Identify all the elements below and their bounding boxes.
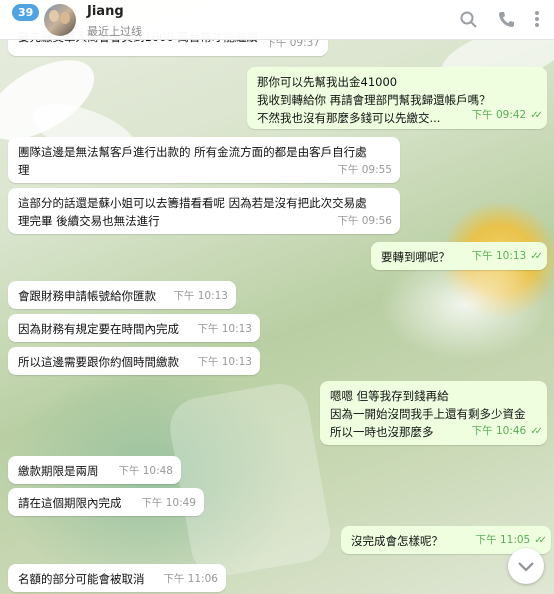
- message-time: 下午 11:06: [163, 573, 218, 585]
- read-receipt-icon: ✓✓: [530, 426, 543, 437]
- message-time: 下午 09:42: [471, 109, 527, 121]
- read-receipt-icon: ✓✓: [530, 110, 543, 121]
- message-bubble-outgoing[interactable]: 嗯嗯 但等我存到錢再給 因為一開始沒問我手上還有剩多少資金 所以一時也沒那麼多 …: [320, 381, 547, 445]
- message-text: 這部分的話還是蘇小姐可以去籌措看看呢 因為若是沒有把此次交易處 理完畢 後續交易…: [18, 196, 367, 228]
- message-bubble-incoming[interactable]: 因為財務有規定要在時間內完成 下午 10:13: [8, 314, 260, 342]
- read-receipt-icon: ✓✓: [530, 251, 543, 262]
- message-bubble-incoming[interactable]: 團隊這邊是無法幫客戶進行出款的 所有金流方面的都是由客戶自行處 理 下午 09:…: [8, 137, 400, 183]
- contact-status: 最近上过线: [87, 25, 142, 38]
- message-time: 下午 10:49: [141, 497, 196, 509]
- message-time: 下午 11:05: [475, 534, 531, 546]
- contact-name[interactable]: Jiang: [87, 4, 124, 19]
- more-options-icon[interactable]: [534, 10, 540, 32]
- message-bubble-outgoing[interactable]: 要轉到哪呢？ 下午 10:13 ✓✓: [371, 242, 547, 270]
- message-time: 下午 10:13: [197, 356, 252, 368]
- message-time: 下午 10:13: [471, 250, 527, 262]
- avatar[interactable]: [44, 4, 76, 36]
- message-time: 下午 10:13: [173, 290, 228, 302]
- message-bubble-incoming[interactable]: 繳款期限是兩周 下午 10:48: [8, 456, 181, 484]
- chevron-down-icon: [518, 556, 534, 577]
- message-bubble-incoming[interactable]: 所以這邊需要跟你約個時間繳款 下午 10:13: [8, 347, 260, 375]
- message-time: 下午 10:13: [197, 323, 252, 335]
- message-time: 下午 09:55: [337, 164, 392, 176]
- message-bubble-incoming[interactable]: 名額的部分可能會被取消 下午 11:06: [8, 564, 226, 592]
- chat-header: 39 Jiang 最近上过线: [0, 0, 554, 40]
- message-bubble-incoming[interactable]: 請在這個期限內完成 下午 10:49: [8, 488, 204, 516]
- read-receipt-icon: ✓✓: [534, 535, 547, 546]
- search-icon[interactable]: [460, 11, 477, 32]
- back-button-unread-count[interactable]: 39: [12, 4, 40, 21]
- scroll-to-bottom-button[interactable]: [508, 548, 544, 584]
- message-bubble-outgoing[interactable]: 那你可以先幫我出金41000 我收到轉給你 再請會理部門幫我歸還帳戶嗎？ 不然我…: [247, 67, 547, 129]
- message-time: 下午 10:46: [471, 425, 527, 437]
- message-bubble-incoming[interactable]: 會跟財務申請帳號給你匯款 下午 10:13: [8, 281, 236, 309]
- phone-icon[interactable]: [498, 11, 514, 32]
- message-bubble-incoming[interactable]: 這部分的話還是蘇小姐可以去籌措看看呢 因為若是沒有把此次交易處 理完畢 後續交易…: [8, 188, 400, 234]
- message-time: 下午 09:56: [337, 215, 392, 227]
- message-text: 團隊這邊是無法幫客戶進行出款的 所有金流方面的都是由客戶自行處 理: [18, 145, 367, 177]
- message-time: 下午 10:48: [118, 465, 173, 477]
